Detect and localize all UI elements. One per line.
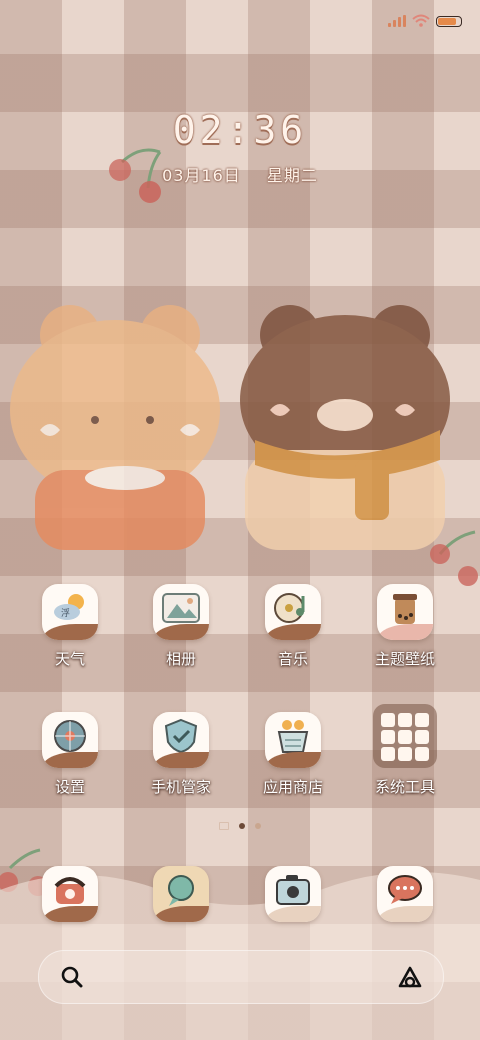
app-label: 手机管家 [150,778,211,796]
contacts-icon [153,866,209,922]
theme-icon [377,584,433,640]
folder-icon [373,704,437,768]
svg-text:浮: 浮 [61,607,70,619]
page-indicator[interactable] [0,822,480,830]
dock-camera[interactable] [248,866,338,922]
security-icon [153,712,209,768]
store-icon [265,712,321,768]
app-label: 系统工具 [374,778,435,796]
dock-messages[interactable] [360,866,450,922]
app-music[interactable]: 音乐 [248,584,338,669]
app-theme[interactable]: 主题壁纸 [360,584,450,669]
search-bar[interactable] [38,950,444,1004]
page-dot-next[interactable] [255,823,261,829]
page-dot-minus-one[interactable] [219,822,229,830]
messages-icon [377,866,433,922]
search-icon[interactable] [61,966,83,988]
app-label: 相册 [165,650,196,668]
app-label: 天气 [54,650,85,668]
gallery-icon [153,584,209,640]
battery-level [438,17,456,25]
dock-contacts[interactable] [136,866,226,922]
app-weather[interactable]: 浮 天气 [25,584,115,669]
app-label: 主题壁纸 [374,650,435,668]
app-store[interactable]: 应用商店 [248,712,338,797]
camera-icon [265,866,321,922]
signal-icon [388,15,406,27]
date-label: 03月16日 [162,166,241,185]
battery-icon [436,15,462,27]
dock-phone[interactable] [25,866,115,922]
app-gallery[interactable]: 相册 [136,584,226,669]
app-settings[interactable]: 设置 [25,712,115,797]
status-bar [388,12,462,30]
clock-time[interactable]: 02:36 [0,108,480,152]
app-security[interactable]: 手机管家 [136,712,226,797]
app-label: 应用商店 [262,778,323,796]
app-label: 设置 [54,778,85,796]
weather-icon: 浮 [42,584,98,640]
assistant-icon[interactable] [397,965,423,989]
wifi-icon [412,14,430,27]
weekday-label: 星期二 [266,166,318,185]
phone-icon [42,866,98,922]
page-dot-current[interactable] [239,823,245,829]
music-icon [265,584,321,640]
app-folder-system-tools[interactable]: 系统工具 [360,704,450,797]
bears-illustration [10,305,450,550]
clock-date[interactable]: 03月16日 星期二 [0,162,480,186]
app-label: 音乐 [277,650,308,668]
settings-icon [42,712,98,768]
